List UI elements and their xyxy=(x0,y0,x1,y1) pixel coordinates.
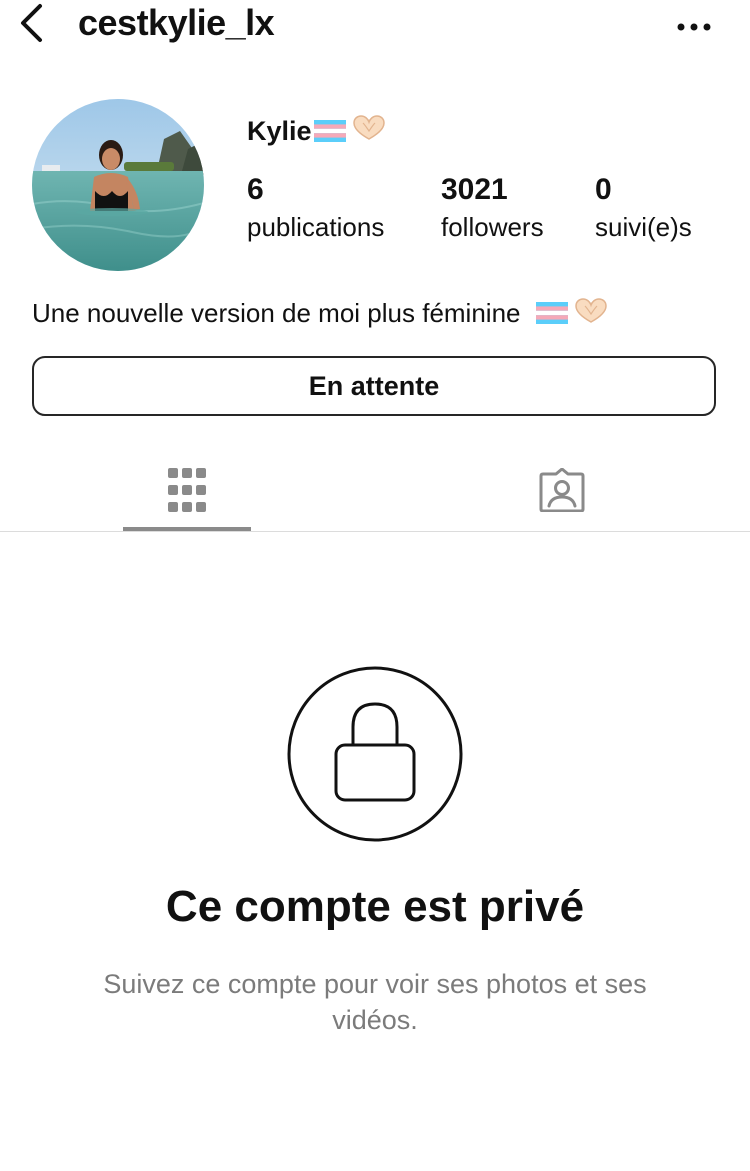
lock-icon xyxy=(286,665,464,843)
stat-following-count: 0 xyxy=(595,173,612,206)
transgender-flag-icon xyxy=(313,115,346,151)
chevron-left-icon xyxy=(21,4,42,42)
grid-icon xyxy=(168,468,206,512)
tab-tagged[interactable] xyxy=(498,455,626,525)
profile-username: cestkylie_lx xyxy=(78,2,275,43)
tagged-user-icon xyxy=(539,468,585,512)
stat-publications[interactable]: 6 publications xyxy=(247,170,384,244)
private-account-title: Ce compte est privé xyxy=(165,882,585,931)
stat-publications-count: 6 xyxy=(247,173,264,206)
more-options-button[interactable] xyxy=(672,6,718,40)
stat-followers-label: followers xyxy=(441,212,544,242)
more-icon xyxy=(677,23,711,31)
stat-publications-label: publications xyxy=(247,212,385,242)
stat-following-label: suivi(e)s xyxy=(595,212,692,242)
bio-text: Une nouvelle version de moi plus féminin… xyxy=(32,298,521,328)
heart-hands-icon xyxy=(574,297,608,333)
stat-followers[interactable]: 3021 followers xyxy=(441,170,544,244)
heart-hands-icon xyxy=(352,114,386,151)
tab-divider xyxy=(0,531,750,532)
follow-request-pending-label: En attente xyxy=(308,370,440,401)
stat-followers-count: 3021 xyxy=(441,173,508,206)
back-button[interactable] xyxy=(14,2,50,44)
avatar[interactable] xyxy=(32,99,204,271)
stat-following[interactable]: 0 suivi(e)s xyxy=(595,170,692,244)
private-account-subtitle: Suivez ce compte pour voir ses photos et… xyxy=(103,969,647,1035)
transgender-flag-icon xyxy=(535,298,568,332)
display-name-text: Kylie xyxy=(247,116,312,146)
profile-bio: Une nouvelle version de moi plus féminin… xyxy=(32,296,608,333)
display-name: Kylie xyxy=(247,113,386,151)
tab-grid[interactable] xyxy=(123,455,251,525)
follow-request-pending-button[interactable]: En attente xyxy=(32,356,716,416)
